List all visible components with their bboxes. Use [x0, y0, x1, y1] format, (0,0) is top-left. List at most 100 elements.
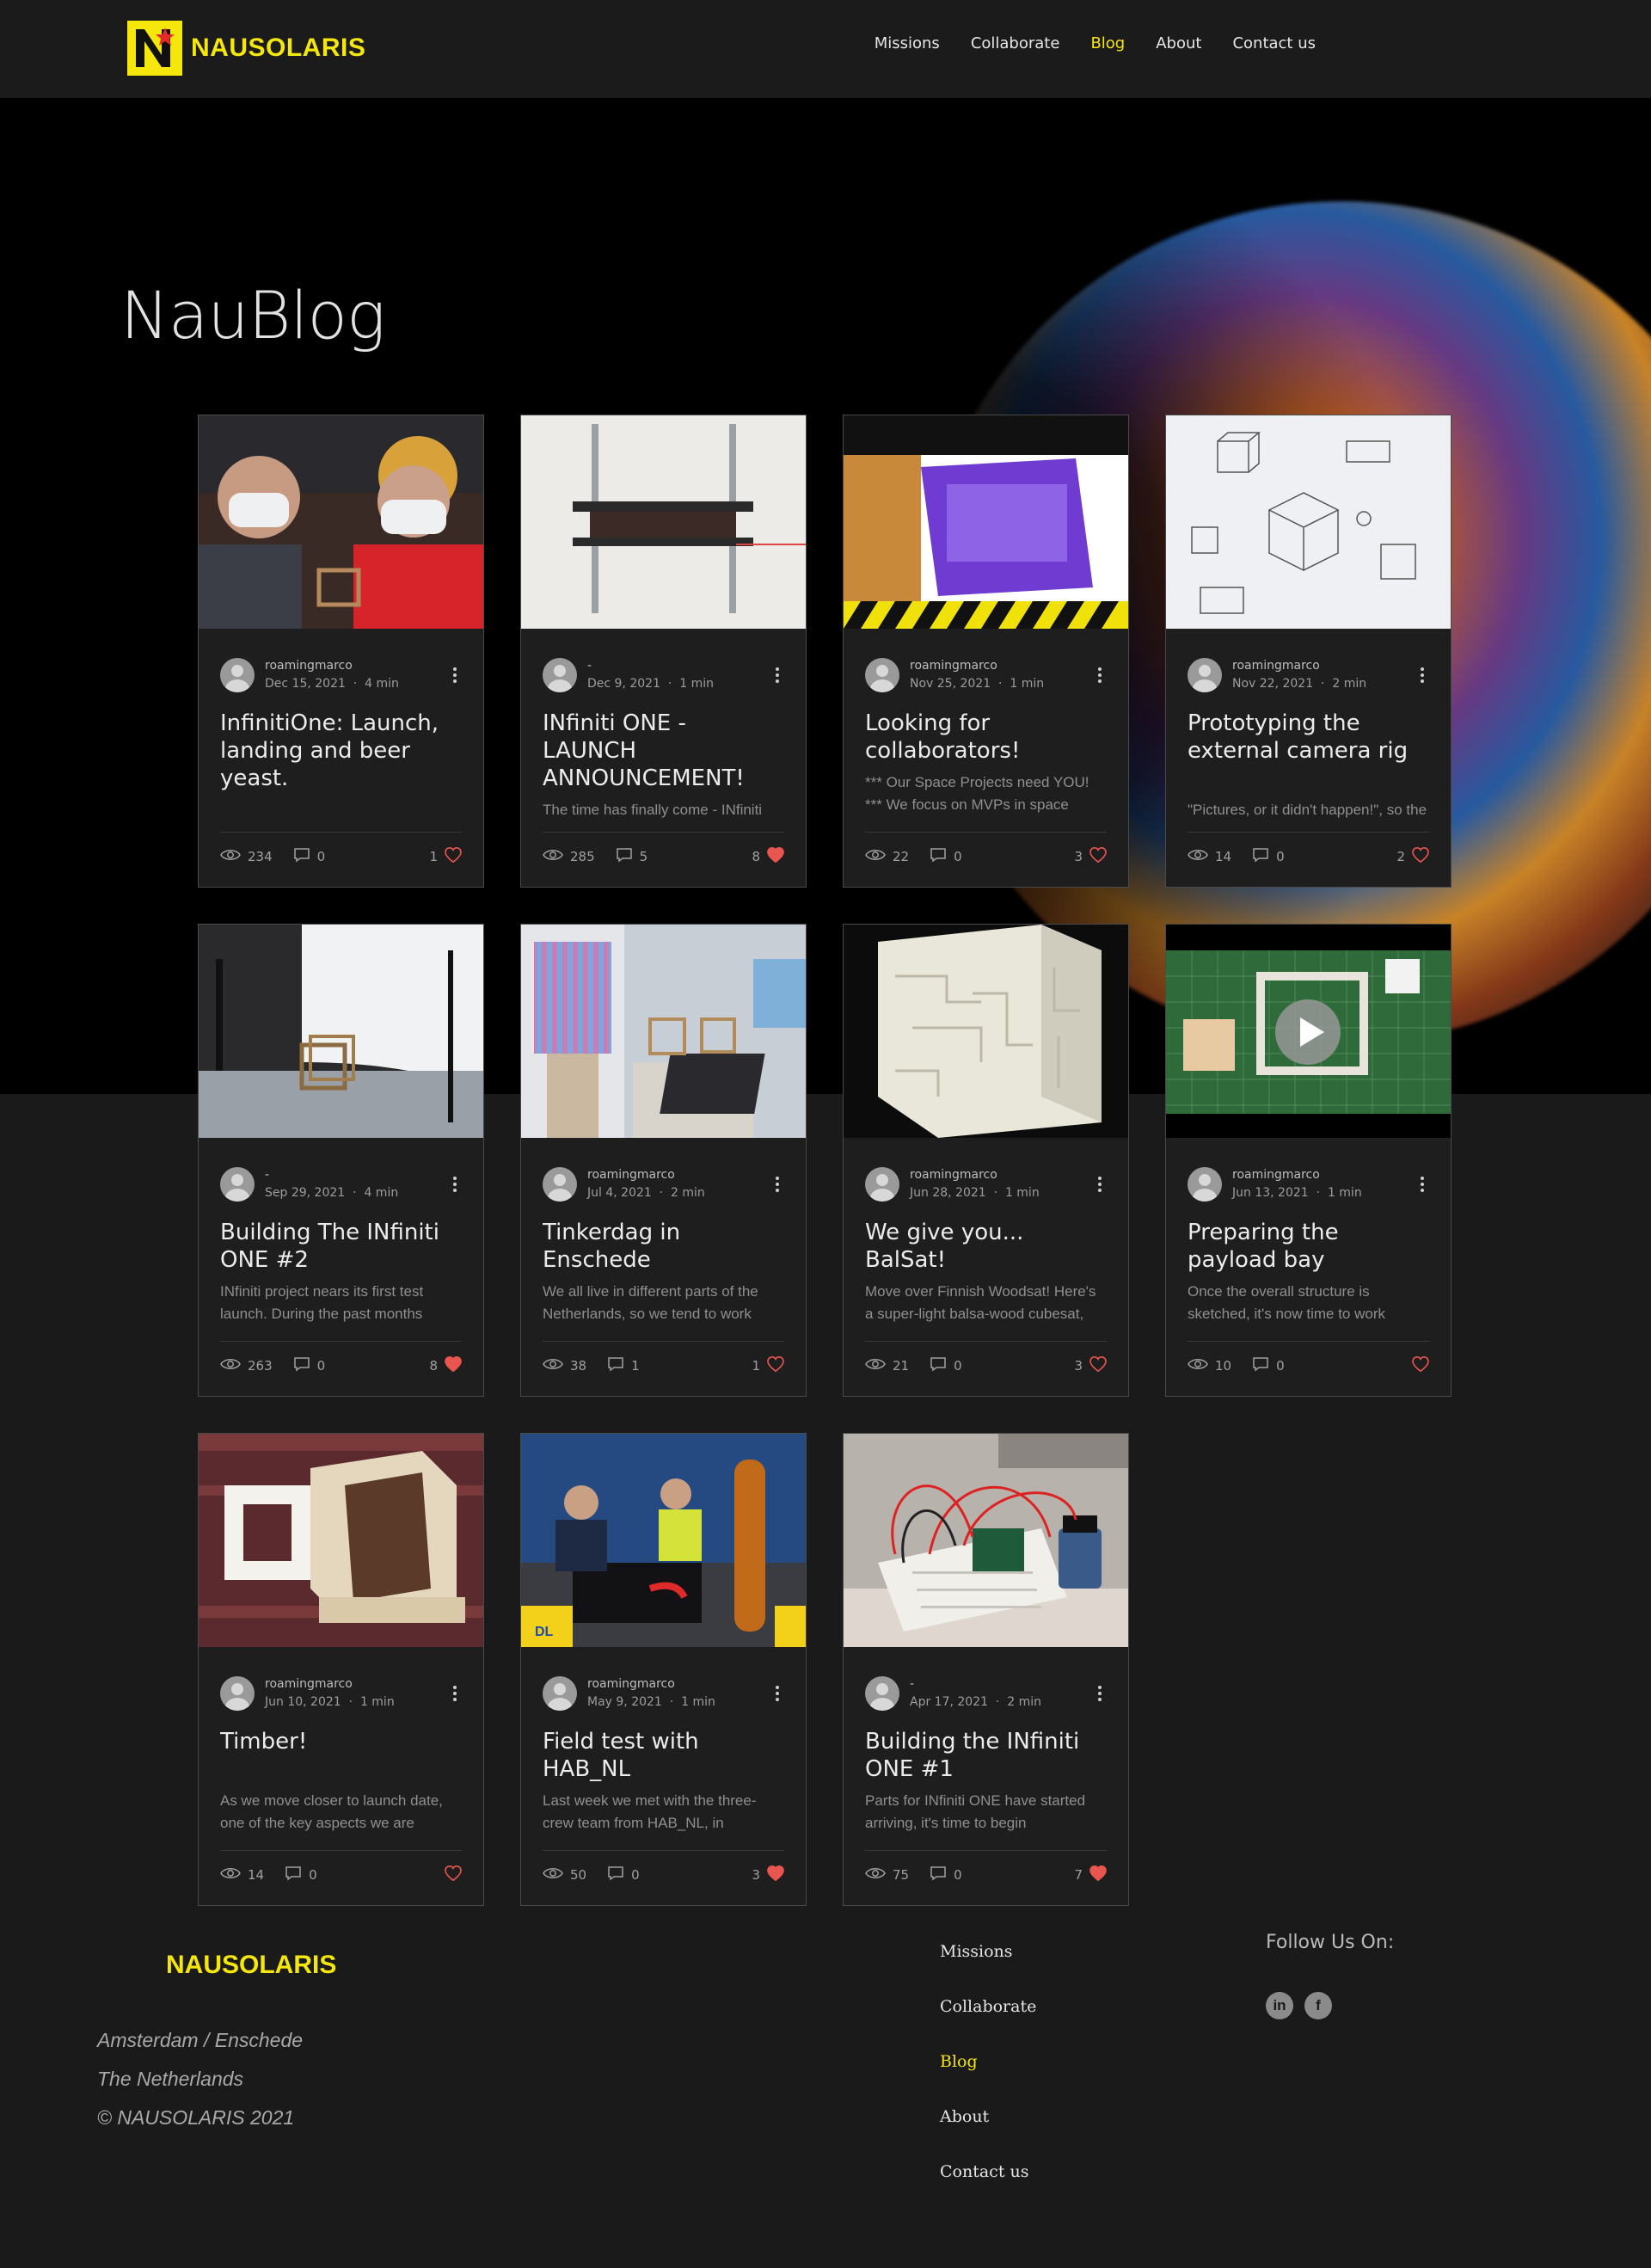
author-avatar-icon[interactable] — [865, 1167, 899, 1202]
post-author[interactable]: roamingmarco — [587, 1675, 715, 1693]
post-cover-image[interactable]: DL — [521, 1434, 806, 1647]
footer-nav-blog[interactable]: Blog — [940, 2050, 1036, 2074]
blog-post-card[interactable]: roamingmarco Jun 13, 2021 · 1 min Prepar… — [1165, 924, 1452, 1397]
post-title[interactable]: INfiniti ONE - LAUNCH ANNOUNCEMENT! — [543, 710, 784, 792]
comments-stat[interactable]: 1 — [607, 1356, 640, 1375]
comments-stat[interactable]: 0 — [930, 1865, 962, 1884]
comments-stat[interactable]: 0 — [293, 1356, 325, 1375]
blog-post-card[interactable]: - Sep 29, 2021 · 4 min Building The INfi… — [198, 924, 484, 1397]
post-cover-image[interactable] — [199, 1434, 483, 1647]
nav-collaborate[interactable]: Collaborate — [971, 34, 1060, 52]
post-author[interactable]: - — [587, 657, 714, 675]
comments-stat[interactable]: 0 — [1252, 1356, 1285, 1375]
more-options-icon[interactable] — [448, 1683, 462, 1704]
post-title[interactable]: Preparing the payload bay — [1188, 1219, 1429, 1274]
post-author[interactable]: - — [910, 1675, 1041, 1693]
post-author[interactable]: roamingmarco — [587, 1166, 705, 1184]
author-avatar-icon[interactable] — [1188, 658, 1222, 692]
post-author[interactable]: roamingmarco — [910, 657, 1044, 675]
nav-blog[interactable]: Blog — [1090, 34, 1125, 52]
author-avatar-icon[interactable] — [220, 1676, 255, 1711]
blog-post-card[interactable]: roamingmarco Jun 28, 2021 · 1 min We giv… — [843, 924, 1129, 1397]
comments-stat[interactable]: 0 — [930, 1356, 962, 1375]
blog-post-card[interactable]: - Apr 17, 2021 · 2 min Building the INfi… — [843, 1433, 1129, 1906]
nav-contact[interactable]: Contact us — [1232, 34, 1316, 52]
comments-stat[interactable]: 0 — [607, 1865, 640, 1884]
comments-stat[interactable]: 0 — [930, 847, 962, 866]
like-button[interactable]: 3 — [1074, 846, 1107, 866]
post-cover-image[interactable] — [199, 925, 483, 1138]
post-author[interactable]: roamingmarco — [265, 657, 399, 675]
footer-nav-about[interactable]: About — [940, 2105, 1036, 2129]
author-avatar-icon[interactable] — [543, 1676, 577, 1711]
comments-stat[interactable]: 5 — [616, 847, 648, 866]
more-options-icon[interactable] — [1415, 1174, 1429, 1195]
author-avatar-icon[interactable] — [543, 658, 577, 692]
author-avatar-icon[interactable] — [220, 658, 255, 692]
post-title[interactable]: Tinkerdag in Enschede — [543, 1219, 784, 1274]
like-button[interactable]: 3 — [1074, 1355, 1107, 1375]
author-avatar-icon[interactable] — [543, 1167, 577, 1202]
post-title[interactable]: InfinitiOne: Launch, landing and beer ye… — [220, 710, 462, 792]
more-options-icon[interactable] — [448, 1174, 462, 1195]
author-avatar-icon[interactable] — [865, 658, 899, 692]
blog-post-card[interactable]: roamingmarco Dec 15, 2021 · 4 min Infini… — [198, 415, 484, 888]
like-button[interactable]: 8 — [429, 1355, 462, 1375]
blog-post-card[interactable]: - Dec 9, 2021 · 1 min INfiniti ONE - LAU… — [520, 415, 807, 888]
post-cover-image[interactable] — [521, 925, 806, 1138]
more-options-icon[interactable] — [1093, 665, 1107, 685]
comments-stat[interactable]: 0 — [285, 1865, 317, 1884]
like-button[interactable]: 7 — [1074, 1865, 1107, 1884]
post-cover-image[interactable] — [521, 415, 806, 629]
footer-nav-contact[interactable]: Contact us — [940, 2160, 1036, 2184]
author-avatar-icon[interactable] — [220, 1167, 255, 1202]
more-options-icon[interactable] — [770, 1174, 784, 1195]
blog-post-card[interactable]: roamingmarco Jun 10, 2021 · 1 min Timber… — [198, 1433, 484, 1906]
post-author[interactable]: roamingmarco — [1232, 657, 1366, 675]
post-author[interactable]: - — [265, 1166, 398, 1184]
post-title[interactable]: We give you... BalSat! — [865, 1219, 1107, 1274]
more-options-icon[interactable] — [448, 665, 462, 685]
site-logo[interactable]: NAUSOLARIS — [127, 21, 365, 76]
more-options-icon[interactable] — [1415, 665, 1429, 685]
comments-stat[interactable]: 0 — [293, 847, 325, 866]
more-options-icon[interactable] — [770, 1683, 784, 1704]
post-cover-image[interactable] — [1166, 415, 1451, 629]
post-cover-image[interactable] — [844, 925, 1128, 1138]
like-button[interactable]: 8 — [752, 846, 784, 866]
post-title[interactable]: Field test with HAB_NL — [543, 1728, 784, 1783]
post-cover-image[interactable] — [199, 415, 483, 629]
footer-nav-collaborate[interactable]: Collaborate — [940, 1994, 1036, 2019]
like-button[interactable] — [1405, 1355, 1429, 1375]
post-author[interactable]: roamingmarco — [265, 1675, 395, 1693]
facebook-icon[interactable]: f — [1304, 1992, 1332, 2019]
post-title[interactable]: Timber! — [220, 1728, 462, 1783]
post-title[interactable]: Prototyping the external camera rig — [1188, 710, 1429, 792]
post-title[interactable]: Looking for collaborators! — [865, 710, 1107, 765]
more-options-icon[interactable] — [1093, 1683, 1107, 1704]
like-button[interactable]: 1 — [752, 1355, 784, 1375]
like-button[interactable]: 2 — [1396, 846, 1429, 866]
like-button[interactable] — [438, 1865, 462, 1884]
linkedin-icon[interactable]: in — [1266, 1992, 1293, 2019]
like-button[interactable]: 3 — [752, 1865, 784, 1884]
post-title[interactable]: Building The INfiniti ONE #2 — [220, 1219, 462, 1274]
post-author[interactable]: roamingmarco — [1232, 1166, 1362, 1184]
more-options-icon[interactable] — [1093, 1174, 1107, 1195]
comments-stat[interactable]: 0 — [1252, 847, 1285, 866]
author-avatar-icon[interactable] — [865, 1676, 899, 1711]
blog-post-card[interactable]: roamingmarco Nov 25, 2021 · 1 min Lookin… — [843, 415, 1129, 888]
nav-about[interactable]: About — [1156, 34, 1201, 52]
post-cover-image[interactable] — [844, 415, 1128, 629]
post-title[interactable]: Building the INfiniti ONE #1 — [865, 1728, 1107, 1783]
blog-post-card[interactable]: roamingmarco Jul 4, 2021 · 2 min Tinkerd… — [520, 924, 807, 1397]
post-author[interactable]: roamingmarco — [910, 1166, 1040, 1184]
blog-post-card[interactable]: roamingmarco Nov 22, 2021 · 2 min Protot… — [1165, 415, 1452, 888]
blog-post-card[interactable]: DL roamingmarco May 9, 2021 · 1 min Fiel… — [520, 1433, 807, 1906]
author-avatar-icon[interactable] — [1188, 1167, 1222, 1202]
nav-missions[interactable]: Missions — [875, 34, 940, 52]
more-options-icon[interactable] — [770, 665, 784, 685]
footer-nav-missions[interactable]: Missions — [940, 1939, 1036, 1964]
post-cover-image[interactable] — [1166, 925, 1451, 1138]
post-cover-image[interactable] — [844, 1434, 1128, 1647]
